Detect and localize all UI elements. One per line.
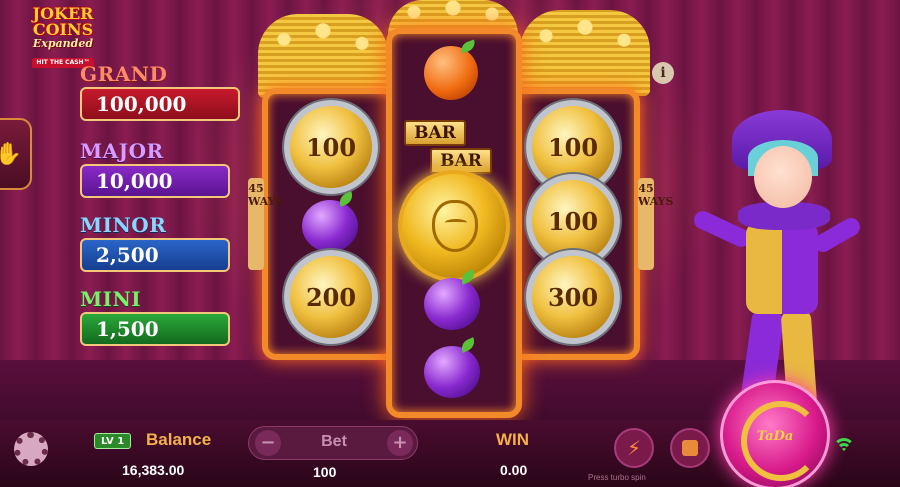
ways-badge-right: 45 WAYS (638, 178, 673, 270)
wifi-icon (832, 436, 856, 460)
jackpot-major-value: 10,000 (80, 164, 230, 198)
win-value: 0.00 (500, 462, 528, 478)
level-badge: LV 1 (94, 433, 132, 449)
jackpot-major: MAJOR 10,000 (80, 139, 230, 198)
lightning-icon: ⚡ (626, 436, 642, 460)
jackpot-minor-name: MINOR (80, 213, 167, 237)
stop-button[interactable] (670, 428, 710, 468)
info-icon[interactable]: i (652, 62, 674, 84)
jackpot-minor-value: 2,500 (80, 238, 230, 272)
bet-label: Bet (321, 433, 347, 450)
bet-value: 100 (313, 464, 337, 480)
bet-control: − Bet + (248, 426, 418, 460)
jackpot-mini-value: 1,500 (80, 312, 230, 346)
win-label: WIN (496, 430, 530, 449)
game-logo: JOKER COINS Expanded HIT THE CASH™ (8, 6, 118, 68)
bar-symbol: BAR (404, 120, 466, 146)
turbo-hint: Press turbo spin (588, 473, 646, 482)
jackpot-major-name: MAJOR (80, 139, 164, 163)
turbo-button[interactable]: ⚡ (614, 428, 654, 468)
logo-title: JOKER COINS (32, 4, 94, 39)
ways-badge-left: 45 WAYS (248, 178, 283, 270)
plum-symbol (424, 346, 480, 398)
logo-subtitle: Expanded (32, 37, 94, 50)
plum-symbol (302, 200, 358, 252)
jester-character (672, 110, 872, 412)
bet-increase-button[interactable]: + (387, 430, 413, 456)
jackpot-grand-value: 100,000 (80, 87, 240, 121)
balance-label: Balance (146, 430, 212, 449)
coin-symbol: 100 (284, 100, 378, 194)
plum-symbol (424, 278, 480, 330)
orange-symbol (424, 46, 478, 100)
jackpot-grand: GRAND 100,000 (80, 62, 240, 121)
coin-pile-left (258, 14, 388, 98)
jackpot-grand-name: GRAND (80, 62, 168, 86)
jackpot-minor: MINOR 2,500 (80, 213, 230, 272)
coin-symbol: 300 (526, 250, 620, 344)
bet-decrease-button[interactable]: − (255, 430, 281, 456)
gear-icon[interactable] (14, 432, 48, 466)
spin-button[interactable]: TaDa (720, 380, 830, 487)
side-menu-tab[interactable]: ✋ (0, 118, 32, 190)
joker-coin-symbol (398, 170, 510, 282)
jackpot-mini-name: MINI (80, 287, 142, 311)
coin-pile-right (520, 10, 650, 96)
jackpot-mini: MINI 1,500 (80, 287, 230, 346)
spin-label: TaDa (756, 429, 794, 444)
balance-value: 16,383.00 (122, 462, 185, 478)
hand-icon: ✋ (0, 142, 22, 167)
coin-symbol: 200 (284, 250, 378, 344)
